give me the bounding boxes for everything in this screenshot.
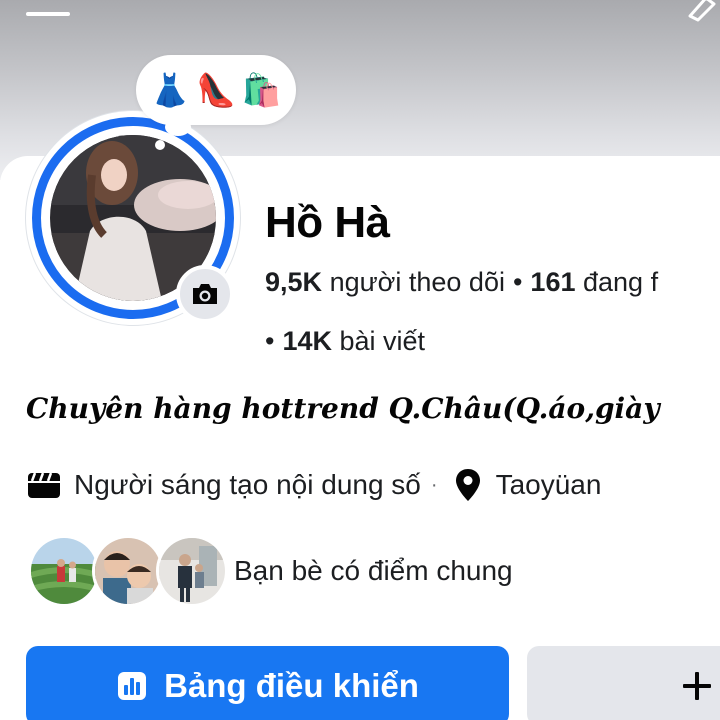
profile-name: Hồ Hà	[265, 198, 390, 247]
profile-posts-row: • 14K bài viết	[265, 326, 425, 357]
bar-chart-icon	[118, 672, 147, 700]
location-label[interactable]: Taoyüan	[496, 469, 602, 501]
profile-bio: Chuyên hàng hottrend Q.Châu(Q.áo,giày	[26, 392, 660, 425]
profile-stats-row: 9,5K người theo dõi • 161 đang f	[265, 267, 658, 298]
plus-icon	[683, 672, 711, 700]
change-avatar-button[interactable]	[176, 265, 234, 323]
clapperboard-icon	[26, 470, 62, 500]
mutual-friends-label: Bạn bè có điểm chung	[234, 555, 513, 586]
note-bubble[interactable]: 👗 👠 🛍️	[136, 55, 296, 125]
posts-label: bài viết	[339, 326, 426, 356]
mutual-friends-row[interactable]: Bạn bè có điểm chung	[28, 535, 628, 611]
note-bubble-tail-dot	[155, 140, 165, 150]
location-pin-icon	[454, 468, 482, 502]
stats-separator: •	[512, 267, 523, 297]
dashboard-label: Bảng điều khiển	[164, 667, 419, 704]
mutual-friend-avatar	[28, 535, 100, 607]
followers-label: người theo dõi	[329, 267, 505, 297]
followers-count: 9,5K	[265, 267, 323, 297]
menu-bar-icon[interactable]	[26, 12, 70, 16]
mutual-friend-avatar	[92, 535, 164, 607]
posts-link[interactable]: 14K bài viết	[282, 326, 425, 356]
mutual-friend-avatar	[156, 535, 228, 607]
shopping-bags-emoji: 🛍️	[241, 71, 282, 109]
heel-emoji: 👠	[196, 71, 236, 109]
info-separator: ·	[430, 473, 438, 496]
pencil-icon[interactable]	[684, 0, 720, 24]
note-bubble-tail	[165, 118, 191, 136]
profile-info-row: Người sáng tạo nội dung số · Taoyüan	[26, 464, 601, 506]
following-label: đang f	[583, 267, 659, 297]
following-count: 161	[530, 267, 576, 297]
category-label: Người sáng tạo nội dung số	[74, 469, 421, 500]
dashboard-button[interactable]: Bảng điều khiển	[26, 646, 509, 720]
dress-emoji: 👗	[150, 71, 191, 109]
following-link[interactable]: 161 đang f	[530, 267, 658, 297]
camera-icon	[193, 284, 217, 304]
followers-link[interactable]: 9,5K người theo dõi	[265, 267, 505, 297]
add-to-story-button[interactable]	[527, 646, 720, 720]
posts-count: 14K	[282, 326, 332, 356]
